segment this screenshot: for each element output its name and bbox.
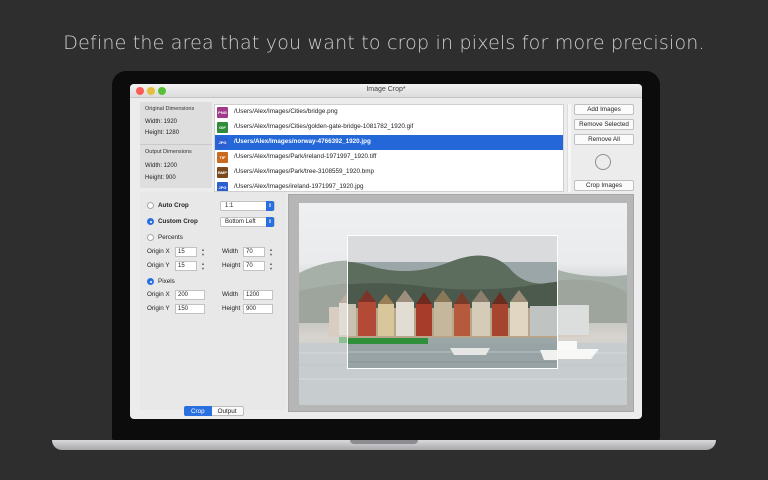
- original-dimensions-heading: Original Dimensions: [145, 106, 195, 112]
- custom-crop-radio[interactable]: [147, 218, 154, 225]
- pixel-width-field[interactable]: 1200: [243, 290, 273, 300]
- add-images-button[interactable]: Add Images: [574, 104, 634, 115]
- crop-images-button[interactable]: Crop Images: [574, 180, 634, 191]
- auto-crop-label: Auto Crop: [158, 202, 189, 209]
- height-label: Height: [222, 305, 241, 312]
- chevron-updown-icon: ⇕: [266, 217, 274, 227]
- tab-output[interactable]: Output: [211, 406, 244, 416]
- output-width: Width: 1200: [145, 163, 178, 169]
- ratio-select[interactable]: 1:1 ⇕: [220, 201, 275, 211]
- custom-crop-label: Custom Crop: [158, 218, 198, 225]
- chevron-updown-icon: ⇕: [266, 201, 274, 211]
- tab-crop[interactable]: Crop: [184, 406, 212, 416]
- view-tabs: Crop Output: [184, 406, 244, 416]
- gif-file-icon: GIF: [217, 122, 228, 133]
- tif-file-icon: TIF: [217, 152, 228, 163]
- dimensions-divider: [140, 144, 212, 145]
- percents-radio[interactable]: [147, 234, 154, 241]
- origin-y-label: Origin Y: [147, 305, 170, 312]
- laptop-notch: [350, 440, 418, 444]
- file-row[interactable]: BMP /Users/Alex/Images/Park/tree-3108559…: [215, 165, 563, 180]
- remove-all-button[interactable]: Remove All: [574, 134, 634, 145]
- file-row[interactable]: PNG /Users/Alex/Images/Cities/bridge.png: [215, 105, 563, 120]
- original-height: Height: 1280: [145, 130, 180, 136]
- percent-origin-x-field[interactable]: 15: [175, 247, 197, 257]
- stepper-icon[interactable]: ▲ ▼: [200, 261, 206, 271]
- file-path: /Users/Alex/Images/Park/ireland-1971997_…: [234, 153, 377, 160]
- file-row[interactable]: GIF /Users/Alex/Images/Cities/golden-gat…: [215, 120, 563, 135]
- width-label: Width: [222, 291, 239, 298]
- image-preview[interactable]: [288, 194, 634, 412]
- preview-image: [299, 203, 627, 405]
- app-window: Image Crop* Original Dimensions Width: 1…: [130, 84, 642, 419]
- headline: Define the area that you want to crop in…: [63, 32, 705, 54]
- file-path: /Users/Alex/Images/ireland-1971997_1920.…: [234, 183, 364, 190]
- height-label: Height: [222, 262, 241, 269]
- bmp-file-icon: BMP: [217, 167, 228, 178]
- file-row[interactable]: JPG /Users/Alex/Images/ireland-1971997_1…: [215, 180, 563, 191]
- auto-crop-radio[interactable]: [147, 202, 154, 209]
- origin-x-label: Origin X: [147, 248, 170, 255]
- percent-width-field[interactable]: 70: [243, 247, 265, 257]
- percent-origin-y-field[interactable]: 15: [175, 261, 197, 271]
- stepper-icon[interactable]: ▲ ▼: [200, 247, 206, 257]
- pixels-label: Pixels: [158, 278, 175, 285]
- crop-options-panel: Auto Crop 1:1 ⇕ Custom Crop Bottom Left …: [140, 192, 286, 410]
- file-list[interactable]: PNG /Users/Alex/Images/Cities/bridge.png…: [214, 104, 564, 192]
- crop-region[interactable]: [347, 235, 558, 369]
- file-row[interactable]: TIF /Users/Alex/Images/Park/ireland-1971…: [215, 150, 563, 165]
- anchor-select[interactable]: Bottom Left ⇕: [220, 217, 275, 227]
- stepper-icon[interactable]: ▲ ▼: [268, 247, 274, 257]
- progress-circle-icon: [595, 154, 611, 170]
- window-title: Image Crop*: [366, 86, 406, 93]
- file-path: /Users/Alex/Images/Cities/golden-gate-br…: [234, 123, 414, 130]
- dimensions-panel: Original Dimensions Width: 1920 Height: …: [140, 102, 212, 188]
- file-path: /Users/Alex/Images/Cities/bridge.png: [234, 108, 338, 115]
- cropped-image: [348, 236, 557, 368]
- file-row-selected[interactable]: JPG /Users/Alex/Images/norway-4766392_19…: [215, 135, 563, 150]
- file-list-scrollbar[interactable]: [567, 104, 571, 192]
- pixels-radio[interactable]: [147, 278, 154, 285]
- ratio-select-value: 1:1: [225, 203, 234, 209]
- jpg-file-icon: JPG: [217, 137, 228, 148]
- file-path: /Users/Alex/Images/norway-4766392_1920.j…: [234, 138, 371, 145]
- origin-y-label: Origin Y: [147, 262, 170, 269]
- percents-label: Percents: [158, 234, 183, 241]
- title-bar: Image Crop*: [130, 84, 642, 98]
- jpg-file-icon: JPG: [217, 182, 228, 191]
- origin-x-label: Origin X: [147, 291, 170, 298]
- anchor-select-value: Bottom Left: [225, 219, 256, 225]
- width-label: Width: [222, 248, 239, 255]
- percent-height-field[interactable]: 70: [243, 261, 265, 271]
- remove-selected-button[interactable]: Remove Selected: [574, 119, 634, 130]
- stepper-icon[interactable]: ▲ ▼: [268, 261, 274, 271]
- original-width: Width: 1920: [145, 119, 178, 125]
- output-height: Height: 900: [145, 175, 176, 181]
- file-path: /Users/Alex/Images/Park/tree-3108559_192…: [234, 168, 375, 175]
- output-dimensions-heading: Output Dimensions: [145, 149, 192, 155]
- pixel-origin-x-field[interactable]: 200: [175, 290, 205, 300]
- pixel-height-field[interactable]: 900: [243, 304, 273, 314]
- png-file-icon: PNG: [217, 107, 228, 118]
- pixel-origin-y-field[interactable]: 150: [175, 304, 205, 314]
